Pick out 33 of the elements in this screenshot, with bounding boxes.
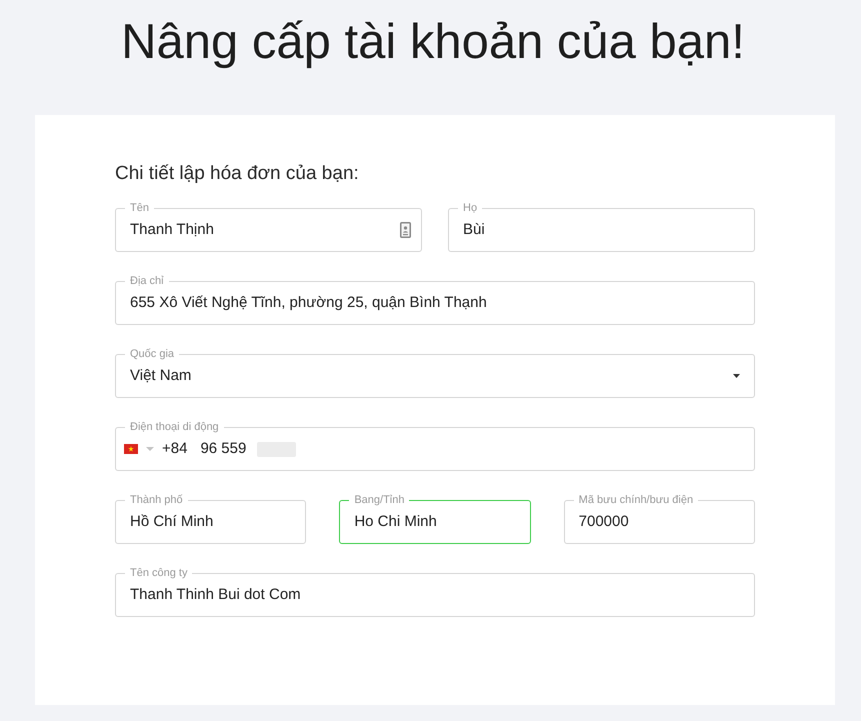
- field-label: Bang/Tỉnh: [353, 494, 406, 507]
- text-input[interactable]: Bùi: [463, 220, 740, 240]
- vietnam-flag-icon[interactable]: [124, 444, 138, 454]
- input-field[interactable]: Thành phố Hồ Chí Minh: [115, 494, 306, 544]
- input-field[interactable]: Mã bưu chính/bưu điện 700000: [564, 494, 755, 544]
- contact-card-icon[interactable]: [400, 222, 411, 238]
- field-label: Tên: [129, 202, 150, 215]
- input-field[interactable]: Tên Thanh Thịnh: [115, 202, 422, 252]
- input-field[interactable]: Tên công ty Thanh Thinh Bui dot Com: [115, 567, 755, 617]
- input-field[interactable]: Họ Bùi: [448, 202, 755, 252]
- form-heading: Chi tiết lập hóa đơn của bạn:: [115, 162, 360, 186]
- phone-field[interactable]: Điện thoại di động +84 96 559: [115, 421, 755, 471]
- field-label: Địa chỉ: [129, 275, 165, 288]
- field-label: Thành phố: [129, 494, 184, 507]
- text-input[interactable]: Thanh Thịnh: [130, 220, 400, 240]
- text-input[interactable]: Ho Chi Minh: [354, 512, 516, 532]
- phone-input[interactable]: 96 559: [200, 439, 254, 459]
- field-label: Tên công ty: [129, 567, 188, 580]
- select-field[interactable]: Quốc gia Việt Nam: [115, 348, 755, 398]
- input-field[interactable]: Địa chỉ 655 Xô Viết Nghệ Tĩnh, phường 25, quận Bình Thạnh: [115, 275, 755, 325]
- text-input[interactable]: 655 Xô Viết Nghệ Tĩnh, phường 25, quận Bình Thạnh: [130, 293, 740, 313]
- input-field[interactable]: Bang/Tỉnh Ho Chi Minh: [339, 494, 531, 544]
- country-select[interactable]: Việt Nam: [130, 366, 733, 386]
- dial-code: +84: [162, 439, 188, 459]
- field-label: Quốc gia: [129, 348, 176, 361]
- page-title: Nâng cấp tài khoản của bạn!: [120, 14, 746, 70]
- field-label: Họ: [462, 202, 478, 215]
- field-label: Điện thoại di động: [129, 421, 220, 434]
- caret-icon[interactable]: [733, 374, 740, 378]
- text-input[interactable]: 700000: [578, 512, 740, 532]
- field-label: Mã bưu chính/bưu điện: [578, 494, 694, 507]
- text-input[interactable]: Thanh Thinh Bui dot Com: [130, 585, 740, 605]
- text-input[interactable]: Hồ Chí Minh: [130, 512, 292, 532]
